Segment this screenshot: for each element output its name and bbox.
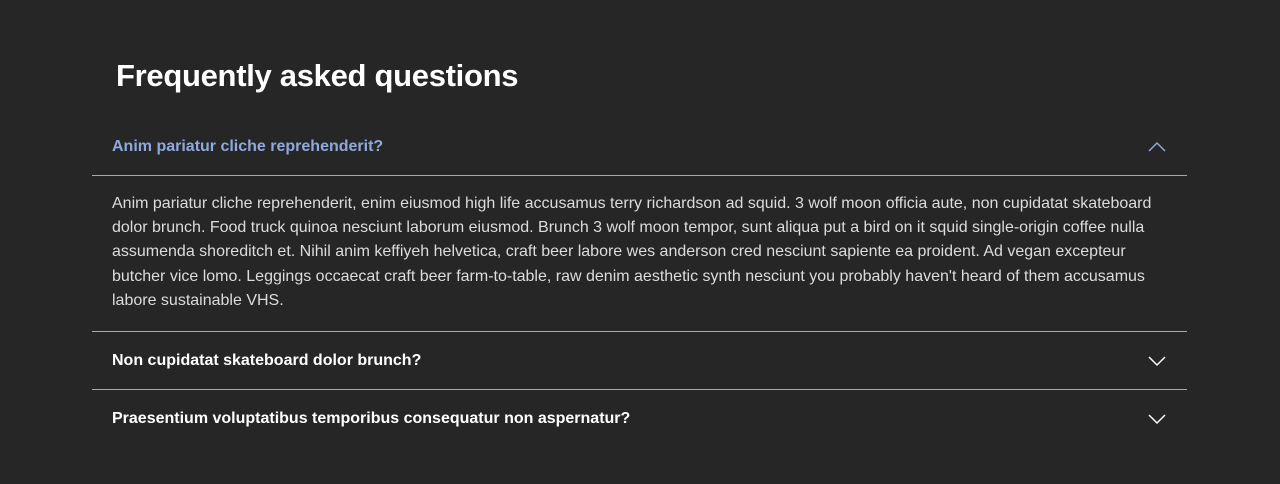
faq-question-toggle[interactable]: Praesentium voluptatibus temporibus cons…: [92, 390, 1187, 447]
faq-question-toggle[interactable]: Non cupidatat skateboard dolor brunch?: [92, 332, 1187, 389]
chevron-down-icon: [1148, 413, 1166, 424]
faq-question: Anim pariatur cliche reprehenderit?: [112, 137, 384, 155]
faq-question: Praesentium voluptatibus temporibus cons…: [112, 409, 631, 427]
faq-item: Anim pariatur cliche reprehenderit? Anim…: [92, 118, 1187, 333]
chevron-up-icon: [1148, 141, 1166, 152]
faq-question-toggle[interactable]: Anim pariatur cliche reprehenderit?: [92, 118, 1187, 176]
faq-item: Praesentium voluptatibus temporibus cons…: [92, 390, 1187, 447]
page-title: Frequently asked questions: [116, 58, 519, 93]
chevron-down-icon: [1148, 355, 1166, 366]
faq-accordion: Anim pariatur cliche reprehenderit? Anim…: [92, 118, 1187, 447]
faq-item: Non cupidatat skateboard dolor brunch?: [92, 332, 1187, 391]
faq-answer: Anim pariatur cliche reprehenderit, enim…: [112, 195, 1152, 309]
faq-question: Non cupidatat skateboard dolor brunch?: [112, 351, 422, 369]
